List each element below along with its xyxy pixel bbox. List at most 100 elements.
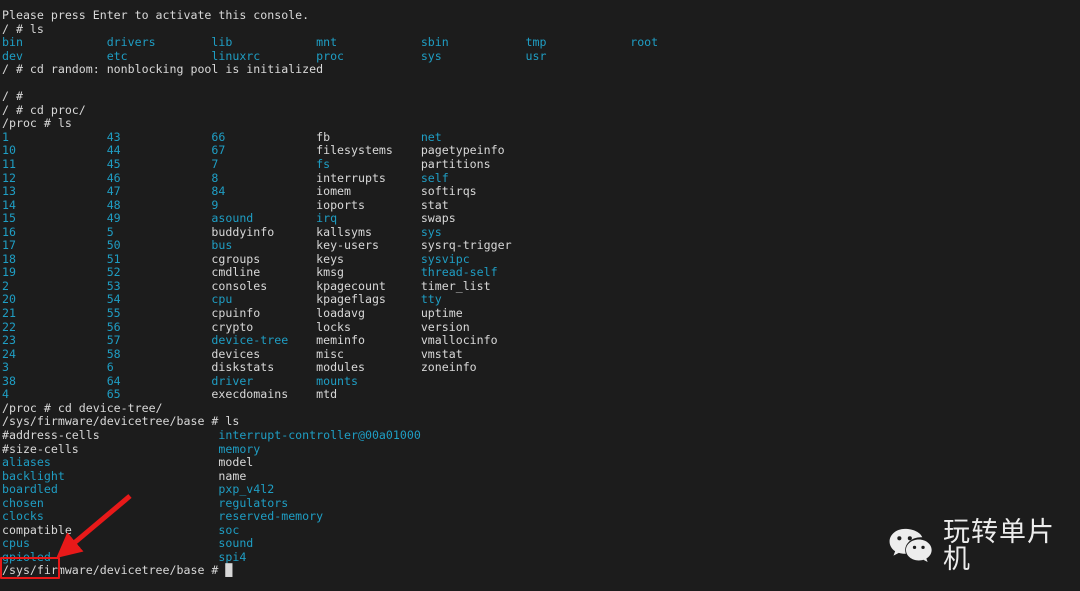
ls-entry[interactable]: execdomains (211, 387, 316, 402)
ls-entry[interactable]: reserved-memory (218, 509, 323, 523)
ls-entry[interactable]: chosen (2, 496, 218, 510)
ls-entry[interactable]: 65 (107, 387, 212, 402)
ls-entry[interactable]: 24 (2, 347, 107, 361)
ls-entry[interactable]: 9 (211, 198, 316, 212)
ls-entry[interactable]: cpu (211, 292, 316, 307)
ls-entry[interactable]: cgroups (211, 252, 316, 266)
ls-entry[interactable]: 17 (2, 238, 107, 253)
ls-entry[interactable]: 12 (2, 171, 107, 185)
ls-entry[interactable]: sysrq-trigger (421, 238, 512, 253)
ls-entry[interactable]: 6 (107, 360, 212, 374)
ls-entry[interactable]: pagetypeinfo (421, 143, 505, 158)
ls-entry[interactable]: modules (316, 360, 421, 374)
ls-entry[interactable]: cpus (2, 536, 218, 551)
ls-entry[interactable]: kallsyms (316, 225, 421, 239)
ls-entry[interactable]: sys (421, 49, 526, 63)
ls-entry[interactable]: aliases (2, 455, 218, 469)
ls-entry[interactable]: 38 (2, 374, 107, 388)
ls-entry[interactable]: locks (316, 320, 421, 334)
ls-entry[interactable]: 16 (2, 225, 107, 239)
ls-entry[interactable]: interrupts (316, 171, 421, 185)
ls-entry[interactable]: mounts (316, 374, 358, 388)
ls-entry[interactable]: 7 (211, 157, 316, 171)
ls-entry[interactable]: loadavg (316, 306, 421, 320)
ls-entry[interactable]: 84 (211, 184, 316, 198)
ls-entry[interactable]: linuxrc (211, 49, 316, 63)
ls-entry[interactable]: clocks (2, 509, 218, 523)
ls-entry[interactable]: version (421, 320, 470, 334)
ls-entry[interactable]: misc (316, 347, 421, 361)
ls-entry[interactable]: asound (211, 211, 316, 225)
ls-entry[interactable]: 5 (107, 225, 212, 239)
ls-entry[interactable]: key-users (316, 238, 421, 253)
ls-entry[interactable]: gpioled (2, 550, 218, 564)
ls-entry[interactable]: 13 (2, 184, 107, 198)
ls-entry[interactable]: irq (316, 211, 421, 225)
ls-entry[interactable]: consoles (211, 279, 316, 293)
ls-entry[interactable]: iomem (316, 184, 421, 198)
ls-entry[interactable]: 43 (107, 130, 212, 144)
ls-entry[interactable]: 23 (2, 333, 107, 347)
ls-entry[interactable]: 57 (107, 333, 212, 347)
ls-entry[interactable]: 44 (107, 143, 212, 158)
ls-entry[interactable]: etc (107, 49, 212, 63)
ls-entry[interactable]: 50 (107, 238, 212, 253)
ls-entry[interactable]: 2 (2, 279, 107, 293)
ls-entry[interactable]: cmdline (211, 265, 316, 280)
ls-entry[interactable]: buddyinfo (211, 225, 316, 239)
ls-entry[interactable]: bin (2, 35, 107, 49)
ls-entry[interactable]: 53 (107, 279, 212, 293)
ls-entry[interactable]: timer_list (421, 279, 491, 293)
ls-entry[interactable]: 54 (107, 292, 212, 307)
ls-entry[interactable]: kmsg (316, 265, 421, 280)
ls-entry[interactable]: filesystems (316, 143, 421, 158)
ls-entry[interactable]: vmallocinfo (421, 333, 498, 347)
ls-entry[interactable]: 58 (107, 347, 212, 361)
ls-entry[interactable]: swaps (421, 211, 456, 225)
ls-entry[interactable]: keys (316, 252, 421, 266)
ls-entry[interactable]: regulators (218, 496, 288, 510)
ls-entry[interactable]: 66 (211, 130, 316, 144)
ls-entry[interactable]: 8 (211, 171, 316, 185)
ls-entry[interactable]: cpuinfo (211, 306, 316, 320)
ls-entry[interactable]: #address-cells (2, 428, 218, 442)
ls-entry[interactable]: proc (316, 49, 421, 63)
ls-entry[interactable]: net (421, 130, 442, 144)
ls-entry[interactable]: boardled (2, 482, 218, 496)
ls-entry[interactable]: kpagecount (316, 279, 421, 293)
ls-entry[interactable]: 51 (107, 252, 212, 266)
ls-entry[interactable]: sysvipc (421, 252, 470, 266)
ls-entry[interactable]: 47 (107, 184, 212, 198)
ls-entry[interactable]: sbin (421, 35, 526, 49)
ls-entry[interactable]: 15 (2, 211, 107, 225)
ls-entry[interactable]: 19 (2, 265, 107, 280)
ls-entry[interactable]: interrupt-controller@00a01000 (218, 428, 420, 442)
ls-entry[interactable]: 49 (107, 211, 212, 225)
ls-entry[interactable]: backlight (2, 469, 218, 483)
ls-entry[interactable]: root (630, 35, 658, 49)
ls-entry[interactable]: fb (316, 130, 421, 144)
ls-entry[interactable]: 21 (2, 306, 107, 320)
ls-entry[interactable]: 55 (107, 306, 212, 320)
ls-entry[interactable]: name (218, 469, 246, 483)
ls-entry[interactable]: devices (211, 347, 316, 361)
ls-entry[interactable]: self (421, 171, 449, 185)
ls-entry[interactable]: 1 (2, 130, 107, 144)
ls-entry[interactable]: sound (218, 536, 253, 551)
ls-entry[interactable]: zoneinfo (421, 360, 477, 374)
ls-entry[interactable]: driver (211, 374, 316, 388)
ls-entry[interactable]: stat (421, 198, 449, 212)
ls-entry[interactable]: uptime (421, 306, 463, 320)
ls-entry[interactable]: crypto (211, 320, 316, 334)
ls-entry[interactable]: spi4 (218, 550, 246, 564)
ls-entry[interactable]: model (218, 455, 253, 469)
ls-entry[interactable]: dev (2, 49, 107, 63)
ls-entry[interactable]: thread-self (421, 265, 498, 280)
ls-entry[interactable]: 18 (2, 252, 107, 266)
ls-entry[interactable]: meminfo (316, 333, 421, 347)
ls-entry[interactable]: 10 (2, 143, 107, 158)
ls-entry[interactable]: kpageflags (316, 292, 421, 307)
ls-entry[interactable]: 52 (107, 265, 212, 280)
ls-entry[interactable]: device-tree (211, 333, 316, 347)
ls-entry[interactable]: mtd (316, 387, 337, 402)
